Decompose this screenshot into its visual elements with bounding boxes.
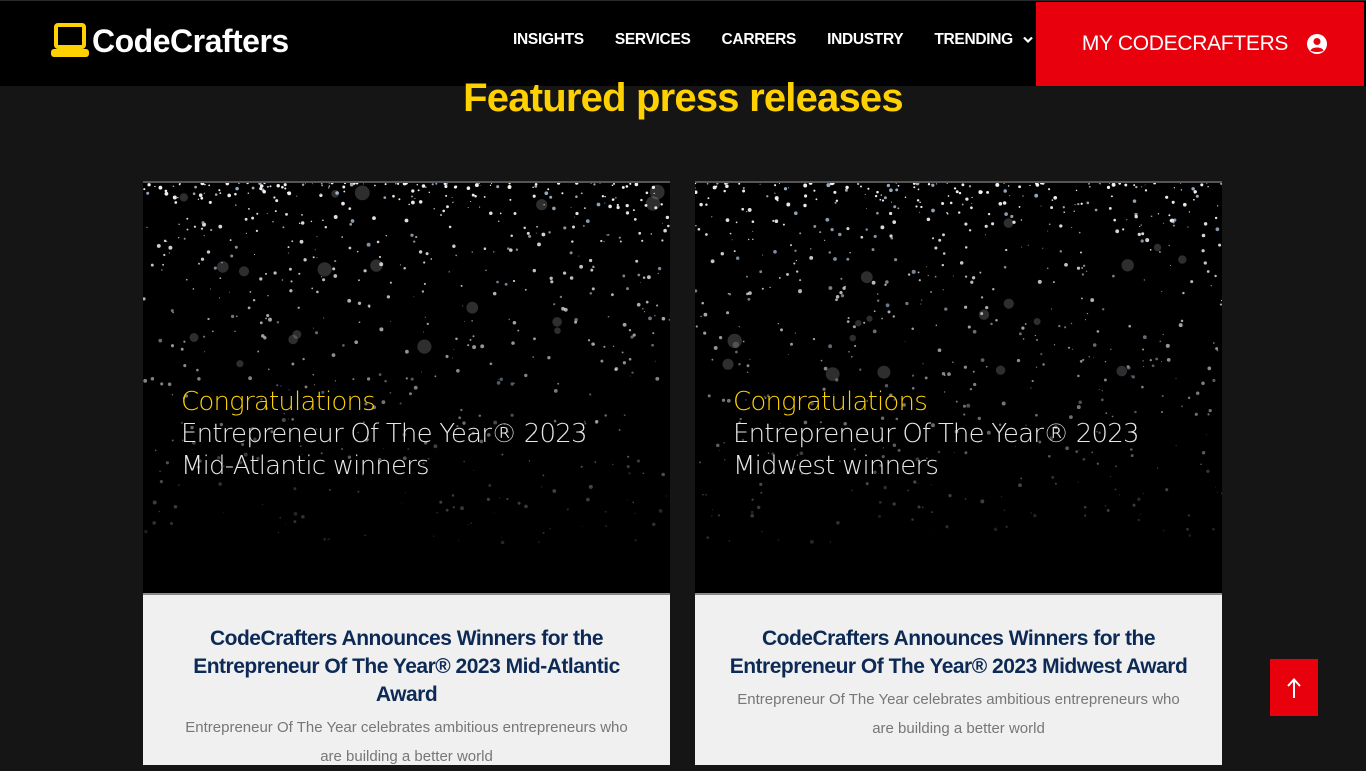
main-nav: INSIGHTS SERVICES CARRERS INDUSTRY TREND… xyxy=(513,31,1064,49)
press-release-card[interactable]: Congratulations Entrepreneur Of The Year… xyxy=(695,181,1222,765)
page-heading: Featured press releases xyxy=(0,76,1366,121)
logo[interactable]: CodeCrafters xyxy=(50,21,289,61)
nav-carrers-label: CARRERS xyxy=(722,31,797,49)
card-body: CodeCrafters Announces Winners for the E… xyxy=(695,593,1222,765)
press-release-image: Congratulations Entrepreneur Of The Year… xyxy=(143,181,670,593)
card-title-link[interactable]: CodeCrafters Announces Winners for the E… xyxy=(715,625,1202,681)
chevron-down-icon xyxy=(1023,36,1033,44)
card-title-link[interactable]: CodeCrafters Announces Winners for the E… xyxy=(163,625,650,709)
image-line2: Mid-Atlantic winners xyxy=(181,450,587,482)
image-line1: Entrepreneur Of The Year® 2023 xyxy=(181,418,587,450)
logo-text: CodeCrafters xyxy=(92,23,289,60)
press-release-image: Congratulations Entrepreneur Of The Year… xyxy=(695,181,1222,593)
card-title-line1: CodeCrafters Announces Winners for the xyxy=(163,625,650,653)
top-navigation-bar: CodeCrafters INSIGHTS SERVICES CARRERS I… xyxy=(0,0,1366,86)
image-caption: Congratulations Entrepreneur Of The Year… xyxy=(733,386,1139,482)
card-body: CodeCrafters Announces Winners for the E… xyxy=(143,593,670,765)
my-codecrafters-label: MY CODECRAFTERS xyxy=(1082,32,1288,56)
image-line2: Midwest winners xyxy=(733,450,1139,482)
image-line1: Entrepreneur Of The Year® 2023 xyxy=(733,418,1139,450)
user-circle-icon xyxy=(1306,33,1328,55)
nav-services[interactable]: SERVICES xyxy=(615,31,691,49)
card-title-line1: CodeCrafters Announces Winners for the xyxy=(715,625,1202,653)
press-release-card[interactable]: Congratulations Entrepreneur Of The Year… xyxy=(143,181,670,765)
card-description: Entrepreneur Of The Year celebrates ambi… xyxy=(173,713,640,771)
nav-services-label: SERVICES xyxy=(615,31,691,49)
back-to-top-button[interactable] xyxy=(1270,659,1318,716)
image-congrats: Congratulations xyxy=(733,386,1139,418)
card-description: Entrepreneur Of The Year celebrates ambi… xyxy=(725,685,1192,743)
nav-insights-label: INSIGHTS xyxy=(513,31,584,49)
my-codecrafters-button[interactable]: MY CODECRAFTERS xyxy=(1036,2,1364,86)
card-title-line2: Entrepreneur Of The Year® 2023 Midwest A… xyxy=(715,653,1202,681)
nav-industry-label: INDUSTRY xyxy=(827,31,903,49)
arrow-up-icon xyxy=(1286,677,1302,699)
nav-industry[interactable]: INDUSTRY xyxy=(827,31,903,49)
nav-trending[interactable]: TRENDING xyxy=(934,31,1033,49)
nav-insights[interactable]: INSIGHTS xyxy=(513,31,584,49)
image-congrats: Congratulations xyxy=(181,386,587,418)
image-caption: Congratulations Entrepreneur Of The Year… xyxy=(181,386,587,482)
laptop-icon xyxy=(50,21,90,61)
card-title-line2: Entrepreneur Of The Year® 2023 Mid-Atlan… xyxy=(163,653,650,709)
nav-carrers[interactable]: CARRERS xyxy=(722,31,797,49)
nav-trending-label: TRENDING xyxy=(934,31,1013,49)
